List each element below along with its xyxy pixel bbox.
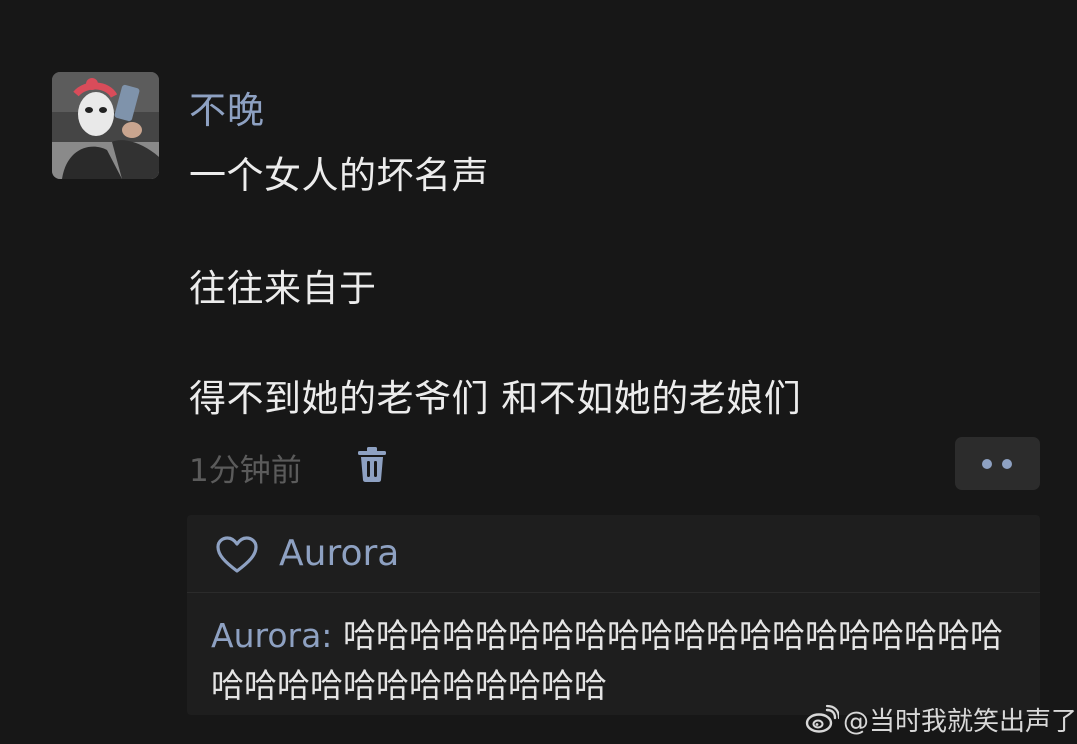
more-dots-icon (1002, 459, 1012, 469)
watermark-text: @当时我就笑出声了 (843, 706, 1077, 737)
post-text-line-2: 往往来自于 (189, 267, 377, 310)
comment-author[interactable]: Aurora: (211, 616, 332, 655)
like-user-name[interactable]: Aurora (279, 533, 399, 574)
more-dots-icon (982, 459, 992, 469)
trash-icon[interactable] (355, 445, 389, 483)
heart-outline-icon[interactable] (215, 535, 259, 575)
avatar[interactable] (52, 72, 159, 179)
moments-screen: 不晚 一个女人的坏名声 往往来自于 得不到她的老爷们 和不如她的老娘们 1分钟前… (0, 0, 1077, 744)
likes-row: Aurora (187, 515, 1040, 593)
weibo-logo (805, 704, 839, 733)
post-time: 1分钟前 (189, 453, 302, 489)
more-button[interactable] (955, 437, 1040, 490)
comment-item[interactable]: Aurora: 哈哈哈哈哈哈哈哈哈哈哈哈哈哈哈哈哈哈哈哈哈哈哈哈哈哈哈哈哈哈哈哈 (211, 611, 1031, 711)
avatar-image (52, 72, 159, 179)
post-text-line-1: 一个女人的坏名声 (189, 154, 489, 197)
comment-text (332, 616, 343, 655)
post-text-line-3: 得不到她的老爷们 和不如她的老娘们 (189, 377, 802, 420)
interaction-panel: Aurora Aurora: 哈哈哈哈哈哈哈哈哈哈哈哈哈哈哈哈哈哈哈哈哈哈哈哈哈… (187, 515, 1040, 715)
username[interactable]: 不晚 (189, 80, 265, 134)
watermark: @当时我就笑出声了 (805, 700, 1077, 738)
